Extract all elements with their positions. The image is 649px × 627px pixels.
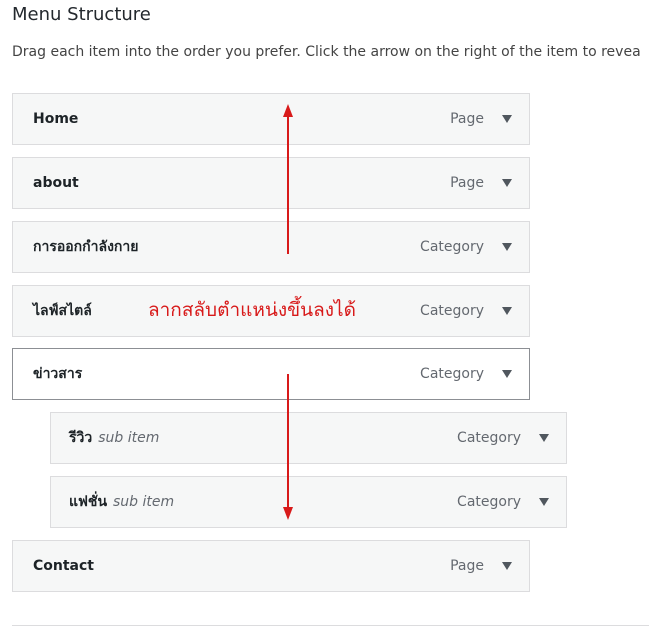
menu-item-title: ข่าวสาร xyxy=(33,366,83,382)
triangle-down-icon xyxy=(502,562,512,570)
menu-item-type: Page xyxy=(450,175,484,191)
menu-item-type: Category xyxy=(420,239,484,255)
menu-item-title: Contact xyxy=(33,558,94,574)
item-toggle-button[interactable] xyxy=(495,286,519,336)
menu-item-fashion[interactable]: แฟชั่น sub item Category xyxy=(50,476,567,528)
menu-item-title: Home xyxy=(33,111,79,127)
item-toggle-button[interactable] xyxy=(495,541,519,591)
menu-item-news[interactable]: ข่าวสาร Category xyxy=(12,348,530,400)
menu-item-title: about xyxy=(33,175,79,191)
item-toggle-button[interactable] xyxy=(495,94,519,144)
menu-structure-page: Menu Structure Drag each item into the o… xyxy=(0,0,649,627)
item-toggle-button[interactable] xyxy=(495,222,519,272)
instructions-text: Drag each item into the order you prefer… xyxy=(12,44,641,60)
arrow-up-icon xyxy=(283,104,293,254)
menu-item-type: Category xyxy=(420,366,484,382)
triangle-down-icon xyxy=(502,115,512,123)
arrow-down-icon xyxy=(283,374,293,520)
item-toggle-button[interactable] xyxy=(495,158,519,208)
triangle-down-icon xyxy=(502,307,512,315)
triangle-down-icon xyxy=(502,370,512,378)
divider xyxy=(12,625,649,626)
menu-item-title: ไลฟ์สไตล์ xyxy=(33,303,92,319)
menu-item-type: Category xyxy=(420,303,484,319)
menu-item-home[interactable]: Home Page xyxy=(12,93,530,145)
menu-item-title: การออกกำลังกาย xyxy=(33,239,139,255)
page-title: Menu Structure xyxy=(12,4,151,25)
item-toggle-button[interactable] xyxy=(532,477,556,527)
item-toggle-button[interactable] xyxy=(532,413,556,463)
triangle-down-icon xyxy=(539,498,549,506)
triangle-down-icon xyxy=(502,179,512,187)
drag-annotation: ลากสลับตำแหน่งขึ้นลงได้ xyxy=(148,299,356,321)
menu-item-type: Page xyxy=(450,558,484,574)
menu-item-exercise[interactable]: การออกกำลังกาย Category xyxy=(12,221,530,273)
sub-item-note: sub item xyxy=(98,430,160,446)
menu-item-title: แฟชั่น sub item xyxy=(69,494,175,510)
menu-item-title: รีวิว sub item xyxy=(69,430,160,446)
menu-item-type: Page xyxy=(450,111,484,127)
menu-item-about[interactable]: about Page xyxy=(12,157,530,209)
sub-item-note: sub item xyxy=(113,494,175,510)
menu-item-type: Category xyxy=(457,430,521,446)
menu-item-review[interactable]: รีวิว sub item Category xyxy=(50,412,567,464)
menu-item-contact[interactable]: Contact Page xyxy=(12,540,530,592)
item-toggle-button[interactable] xyxy=(495,349,519,399)
menu-item-type: Category xyxy=(457,494,521,510)
triangle-down-icon xyxy=(539,434,549,442)
triangle-down-icon xyxy=(502,243,512,251)
